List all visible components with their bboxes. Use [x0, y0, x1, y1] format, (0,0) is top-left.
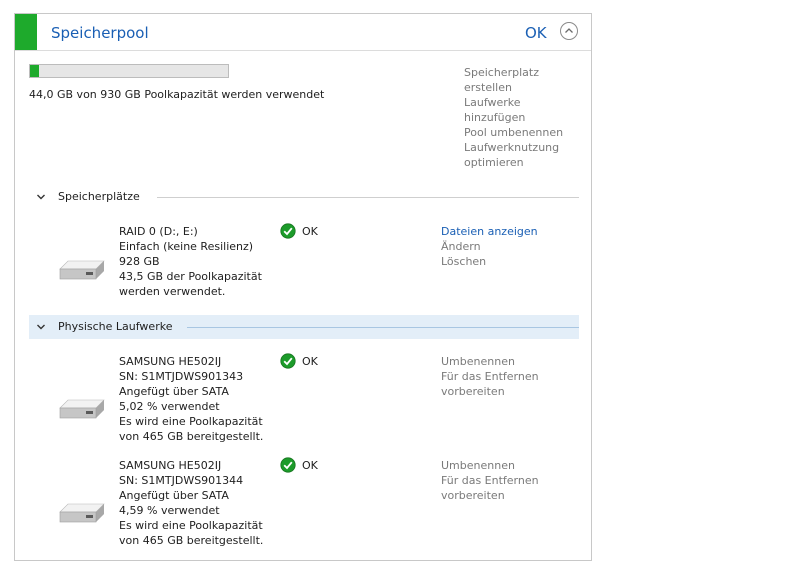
create-space-link[interactable]: Speicherplatz erstellen [464, 65, 584, 95]
delete-link[interactable]: Löschen [441, 254, 538, 269]
section-label: Speicherplätze [58, 190, 140, 203]
link-line: Laufwerke [464, 96, 521, 109]
view-files-link[interactable]: Dateien anzeigen [441, 224, 538, 239]
chevron-down-icon [37, 324, 45, 330]
section-label: Physische Laufwerke [58, 320, 173, 333]
link-line: optimieren [464, 156, 524, 169]
drive-actions: Umbenennen Für das Entfernen vorbereiten [441, 354, 539, 399]
status-text: OK [302, 459, 318, 472]
link-line: Laufwerknutzung [464, 141, 560, 154]
space-resiliency: Einfach (keine Resilienz) [119, 240, 254, 253]
ok-check-icon [280, 223, 296, 239]
space-details: RAID 0 (D:, E:) Einfach (keine Resilienz… [119, 224, 262, 299]
section-header-spaces[interactable]: Speicherplätze [29, 186, 579, 208]
status-text: OK [302, 225, 318, 238]
pool-usage-fill [30, 65, 40, 77]
drive-capacity-line: Es wird eine Poolkapazität [119, 415, 263, 428]
link-line: vorbereiten [441, 489, 505, 502]
storage-pool-panel: Speicherpool OK 44,0 GB von 930 GB Poolk… [14, 13, 592, 561]
prepare-removal-link[interactable]: Für das Entfernen vorbereiten [441, 369, 539, 399]
drive-serial: SN: S1MTJDWS901343 [119, 370, 244, 383]
drive-details: SAMSUNG HE502IJ SN: S1MTJDWS901344 Angef… [119, 458, 263, 548]
section-divider [157, 197, 579, 198]
ok-check-icon [280, 353, 296, 369]
drive-serial: SN: S1MTJDWS901344 [119, 474, 244, 487]
chevron-up-icon [565, 28, 573, 33]
space-usage-line: werden verwendet. [119, 285, 226, 298]
link-line: Speicherplatz [464, 66, 539, 79]
pool-usage-text: 44,0 GB von 930 GB Poolkapazität werden … [29, 88, 325, 101]
pool-usage-bar [29, 64, 229, 78]
status-text: OK [302, 355, 318, 368]
section-header-physical-drives[interactable]: Physische Laufwerke [29, 315, 579, 339]
prepare-removal-link[interactable]: Für das Entfernen vorbereiten [441, 473, 539, 503]
collapse-button[interactable] [560, 22, 578, 40]
hard-drive-icon [59, 503, 105, 523]
drive-connection: Angefügt über SATA [119, 385, 229, 398]
link-line: Pool umbenennen [464, 126, 564, 139]
space-name: RAID 0 (D:, E:) [119, 225, 198, 238]
link-line: Für das Entfernen [441, 474, 539, 487]
panel-title: Speicherpool [51, 24, 149, 42]
virtual-disk-icon [59, 260, 105, 280]
drive-actions: Umbenennen Für das Entfernen vorbereiten [441, 458, 539, 503]
optimize-drive-usage-link[interactable]: Laufwerknutzung optimieren [464, 140, 584, 170]
drive-capacity-line: Es wird eine Poolkapazität [119, 519, 263, 532]
drive-capacity-line: von 465 GB bereitgestellt. [119, 430, 264, 443]
space-actions: Dateien anzeigen Ändern Löschen [441, 224, 538, 269]
pool-status-accent [15, 14, 37, 50]
rename-drive-link[interactable]: Umbenennen [441, 354, 539, 369]
drive-model: SAMSUNG HE502IJ [119, 355, 222, 368]
drive-usage: 4,59 % verwendet [119, 504, 220, 517]
drive-model: SAMSUNG HE502IJ [119, 459, 222, 472]
chevron-down-icon [37, 194, 45, 200]
drive-usage: 5,02 % verwendet [119, 400, 220, 413]
pool-status-text: OK [525, 24, 547, 42]
change-link[interactable]: Ändern [441, 239, 538, 254]
link-line: erstellen [464, 81, 512, 94]
section-divider [187, 327, 579, 328]
drive-connection: Angefügt über SATA [119, 489, 229, 502]
ok-check-icon [280, 457, 296, 473]
drive-details: SAMSUNG HE502IJ SN: S1MTJDWS901343 Angef… [119, 354, 263, 444]
pool-actions: Speicherplatz erstellen Laufwerke hinzuf… [464, 65, 584, 170]
space-usage-line: 43,5 GB der Poolkapazität [119, 270, 262, 283]
link-line: hinzufügen [464, 111, 526, 124]
rename-drive-link[interactable]: Umbenennen [441, 458, 539, 473]
hard-drive-icon [59, 399, 105, 419]
link-line: vorbereiten [441, 385, 505, 398]
panel-header: Speicherpool OK [15, 14, 591, 51]
rename-pool-link[interactable]: Pool umbenennen [464, 125, 584, 140]
space-size: 928 GB [119, 255, 160, 268]
drive-capacity-line: von 465 GB bereitgestellt. [119, 534, 264, 547]
add-drives-link[interactable]: Laufwerke hinzufügen [464, 95, 584, 125]
link-line: Für das Entfernen [441, 370, 539, 383]
